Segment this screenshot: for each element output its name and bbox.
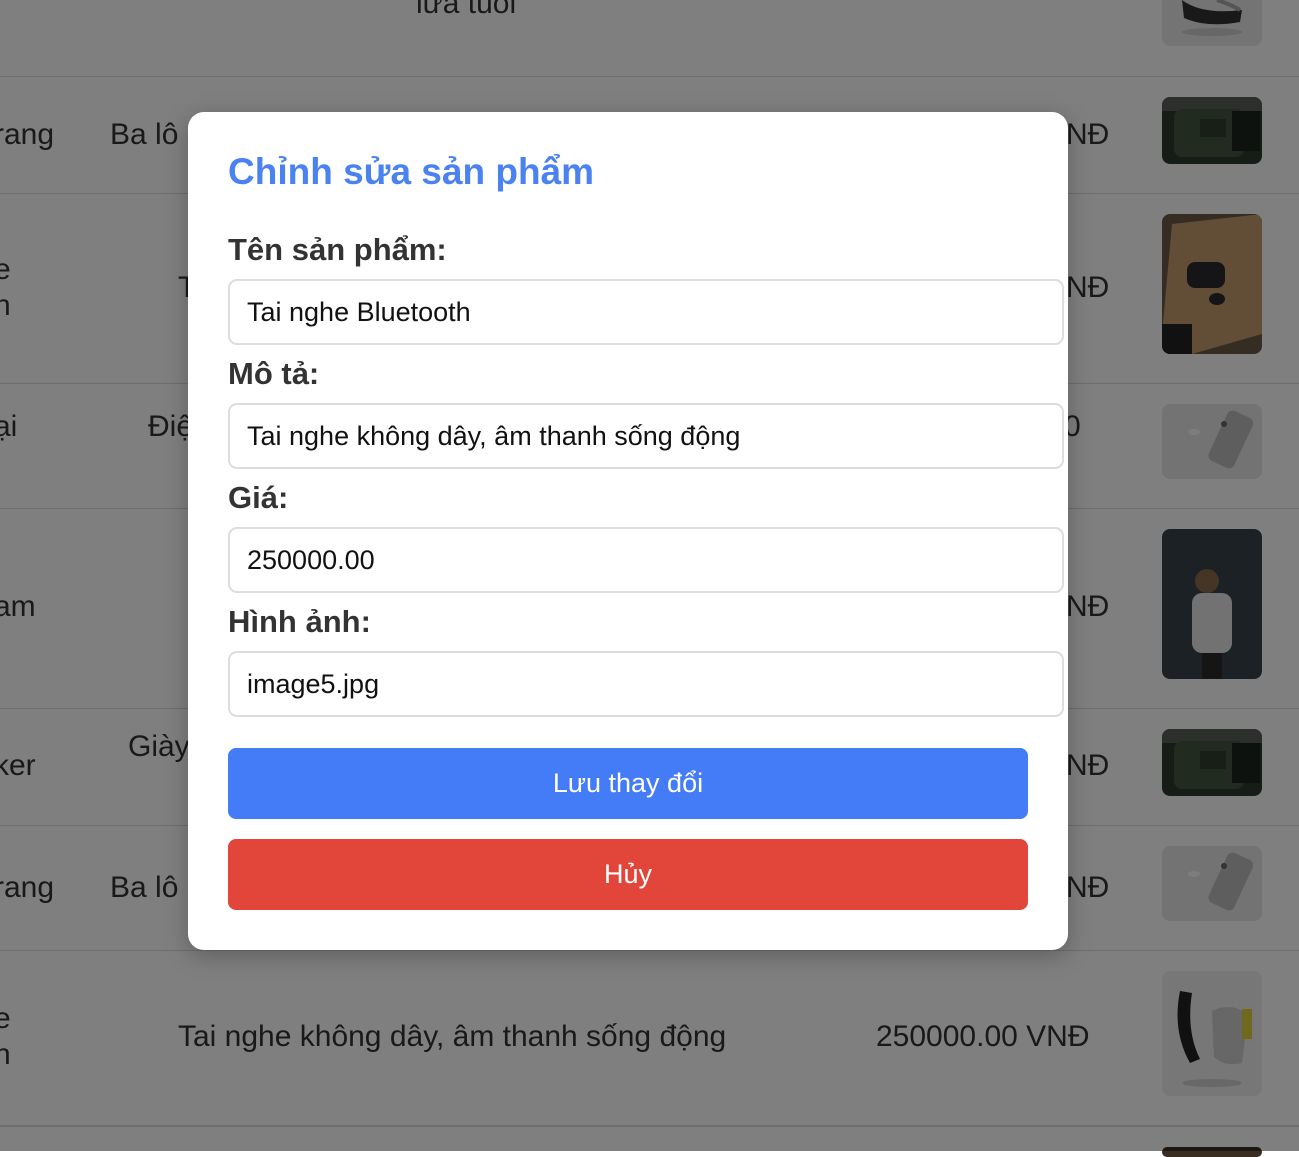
cancel-button[interactable]: Hủy xyxy=(228,839,1028,910)
description-input[interactable] xyxy=(228,403,1064,469)
product-name-input[interactable] xyxy=(228,279,1064,345)
price-input[interactable] xyxy=(228,527,1064,593)
modal-title: Chỉnh sửa sản phẩm xyxy=(228,151,595,192)
product-name-label: Tên sản phẩm: xyxy=(228,232,447,267)
description-label: Mô tả: xyxy=(228,356,320,391)
image-label: Hình ảnh: xyxy=(228,604,371,639)
save-changes-button[interactable]: Lưu thay đổi xyxy=(228,748,1028,819)
edit-product-modal: Chỉnh sửa sản phẩm Tên sản phẩm: Mô tả: … xyxy=(188,112,1068,950)
image-input[interactable] xyxy=(228,651,1064,717)
price-label: Giá: xyxy=(228,480,289,515)
